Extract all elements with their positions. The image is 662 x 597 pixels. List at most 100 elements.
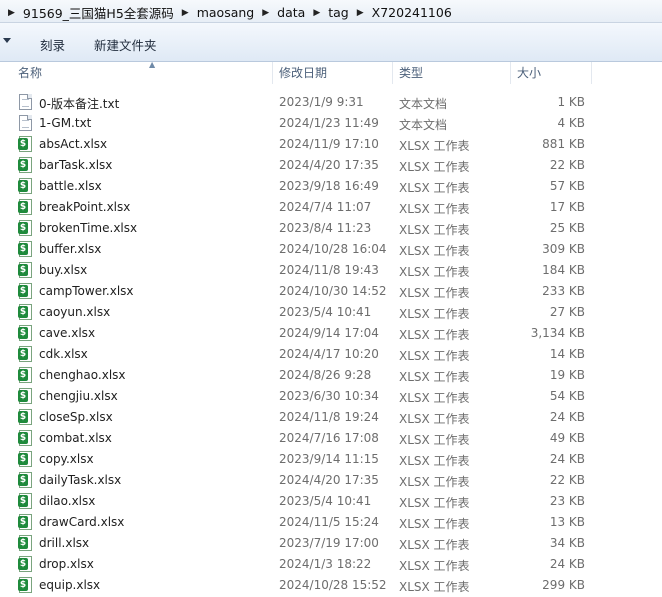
file-type: XLSX 工作表 (399, 160, 470, 174)
excel-file-icon: $ (18, 577, 32, 593)
file-type: XLSX 工作表 (399, 538, 470, 552)
file-date: 2024/7/4 11:07 (279, 200, 372, 214)
file-row[interactable]: 0-版本备注.txt 2023/1/9 9:31 文本文档 1 KB (0, 92, 662, 113)
address-bar[interactable]: ▶ 91569_三国猫H5全套源码 ▶ maosang ▶ data ▶ tag… (0, 0, 662, 23)
file-size: 14 KB (549, 347, 585, 361)
column-header-date[interactable]: 修改日期 (272, 62, 392, 84)
file-name: cave.xlsx (39, 326, 96, 340)
file-row[interactable]: $ equip.xlsx 2024/10/28 15:52 XLSX 工作表 299 K… (0, 575, 662, 596)
breadcrumb-separator-icon[interactable]: ▶ (309, 8, 324, 18)
file-type: XLSX 工作表 (399, 433, 470, 447)
sort-ascending-icon: ▲ (149, 60, 156, 69)
file-type: XLSX 工作表 (399, 370, 470, 384)
file-row[interactable]: $ chenghao.xlsx 2024/8/26 9:28 XLSX 工作表 19 K… (0, 365, 662, 386)
file-row[interactable]: $ copy.xlsx 2023/9/14 11:15 XLSX 工作表 24 KB (0, 449, 662, 470)
file-row[interactable]: $ campTower.xlsx 2024/10/30 14:52 XLSX 工作表 2… (0, 281, 662, 302)
excel-badge-icon: $ (18, 537, 28, 549)
file-row[interactable]: $ closeSp.xlsx 2024/11/8 19:24 XLSX 工作表 24 K… (0, 407, 662, 428)
file-size: 1 KB (557, 95, 585, 109)
file-row[interactable]: $ cave.xlsx 2024/9/14 17:04 XLSX 工作表 3,134 K… (0, 323, 662, 344)
breadcrumb-item-data[interactable]: data (273, 5, 309, 20)
file-name: equip.xlsx (39, 578, 101, 592)
file-type: XLSX 工作表 (399, 580, 470, 594)
file-row[interactable]: $ breakPoint.xlsx 2024/7/4 11:07 XLSX 工作表 17… (0, 197, 662, 218)
column-header-size[interactable]: 大小 (510, 62, 592, 84)
file-row[interactable]: $ barTask.xlsx 2024/4/20 17:35 XLSX 工作表 22 K… (0, 155, 662, 176)
breadcrumb-separator-icon[interactable]: ▶ (178, 8, 193, 18)
excel-badge-icon: $ (18, 390, 28, 402)
excel-badge-icon: $ (18, 369, 28, 381)
text-file-icon (19, 94, 32, 110)
excel-badge-icon: $ (18, 264, 28, 276)
file-date: 2023/1/9 9:31 (279, 95, 364, 109)
file-size: 13 KB (549, 515, 585, 529)
file-type: XLSX 工作表 (399, 307, 470, 321)
file-date: 2023/5/4 10:41 (279, 494, 372, 508)
column-header-name[interactable]: 名称 ▲ (12, 60, 272, 84)
column-name-label: 名称 (18, 66, 43, 80)
file-date: 2024/8/26 9:28 (279, 368, 372, 382)
file-size: 881 KB (542, 137, 585, 151)
breadcrumb-separator-icon[interactable]: ▶ (353, 8, 368, 18)
file-row[interactable]: $ drop.xlsx 2024/1/3 18:22 XLSX 工作表 24 KB (0, 554, 662, 575)
excel-file-icon: $ (18, 178, 32, 194)
file-row[interactable]: $ cdk.xlsx 2024/4/17 10:20 XLSX 工作表 14 KB (0, 344, 662, 365)
file-date: 2024/11/5 15:24 (279, 515, 379, 529)
breadcrumb-item-tag[interactable]: tag (324, 5, 353, 20)
file-row[interactable]: $ buy.xlsx 2024/11/8 19:43 XLSX 工作表 184 KB (0, 260, 662, 281)
file-row[interactable]: $ chengjiu.xlsx 2023/6/30 10:34 XLSX 工作表 54 … (0, 386, 662, 407)
excel-file-icon: $ (18, 409, 32, 425)
file-row[interactable]: $ dilao.xlsx 2023/5/4 10:41 XLSX 工作表 23 KB (0, 491, 662, 512)
file-row[interactable]: $ battle.xlsx 2023/9/18 16:49 XLSX 工作表 57 KB (0, 176, 662, 197)
file-size: 27 KB (549, 305, 585, 319)
file-type: XLSX 工作表 (399, 496, 470, 510)
file-date: 2024/9/14 17:04 (279, 326, 379, 340)
file-row[interactable]: $ caoyun.xlsx 2023/5/4 10:41 XLSX 工作表 27 KB (0, 302, 662, 323)
file-name: buffer.xlsx (39, 242, 102, 256)
file-type: XLSX 工作表 (399, 475, 470, 489)
file-date: 2024/10/30 14:52 (279, 284, 387, 298)
column-date-label: 修改日期 (279, 66, 328, 80)
file-row[interactable]: $ drill.xlsx 2023/7/19 17:00 XLSX 工作表 34 KB (0, 533, 662, 554)
file-type: XLSX 工作表 (399, 454, 470, 468)
file-name: drill.xlsx (39, 536, 90, 550)
file-name: chengjiu.xlsx (39, 389, 118, 403)
excel-file-icon: $ (18, 535, 32, 551)
file-row[interactable]: $ brokenTime.xlsx 2023/8/4 11:23 XLSX 工作表 25… (0, 218, 662, 239)
new-folder-button[interactable]: 新建文件夹 (94, 35, 157, 54)
column-header-type[interactable]: 类型 (392, 62, 510, 84)
excel-file-icon: $ (18, 241, 32, 257)
file-name: battle.xlsx (39, 179, 102, 193)
file-type: 文本文档 (399, 118, 448, 132)
file-size: 22 KB (549, 473, 585, 487)
breadcrumb-item-root[interactable]: 91569_三国猫H5全套源码 (19, 3, 178, 22)
burn-button[interactable]: 刻录 (40, 35, 65, 54)
file-row[interactable]: $ drawCard.xlsx 2024/11/5 15:24 XLSX 工作表 13 … (0, 512, 662, 533)
file-row[interactable]: $ combat.xlsx 2024/7/16 17:08 XLSX 工作表 49 KB (0, 428, 662, 449)
excel-badge-icon: $ (18, 201, 28, 213)
text-file-icon (19, 115, 32, 131)
excel-badge-icon: $ (18, 138, 28, 150)
file-size: 49 KB (549, 431, 585, 445)
breadcrumb-separator-icon[interactable]: ▶ (258, 8, 273, 18)
organize-dropdown-icon[interactable] (3, 38, 11, 43)
excel-file-icon: $ (18, 283, 32, 299)
breadcrumb-item-current[interactable]: X720241106 (368, 5, 456, 20)
file-row[interactable]: $ absAct.xlsx 2024/11/9 17:10 XLSX 工作表 881 K… (0, 134, 662, 155)
file-size: 184 KB (542, 263, 585, 277)
file-row[interactable]: $ dailyTask.xlsx 2024/4/20 17:35 XLSX 工作表 22… (0, 470, 662, 491)
file-date: 2024/11/9 17:10 (279, 137, 379, 151)
breadcrumb: ▶ 91569_三国猫H5全套源码 ▶ maosang ▶ data ▶ tag… (4, 3, 456, 22)
breadcrumb-item-maosang[interactable]: maosang (193, 5, 259, 20)
file-date: 2024/7/16 17:08 (279, 431, 379, 445)
file-name: barTask.xlsx (39, 158, 113, 172)
file-size: 23 KB (549, 494, 585, 508)
file-size: 24 KB (549, 557, 585, 571)
excel-badge-icon: $ (18, 558, 28, 570)
file-row[interactable]: 1-GM.txt 2024/1/23 11:49 文本文档 4 KB (0, 113, 662, 134)
file-name: cdk.xlsx (39, 347, 88, 361)
file-type: XLSX 工作表 (399, 265, 470, 279)
file-row[interactable]: $ buffer.xlsx 2024/10/28 16:04 XLSX 工作表 309 … (0, 239, 662, 260)
excel-badge-icon: $ (18, 327, 28, 339)
breadcrumb-separator-icon[interactable]: ▶ (4, 8, 19, 18)
